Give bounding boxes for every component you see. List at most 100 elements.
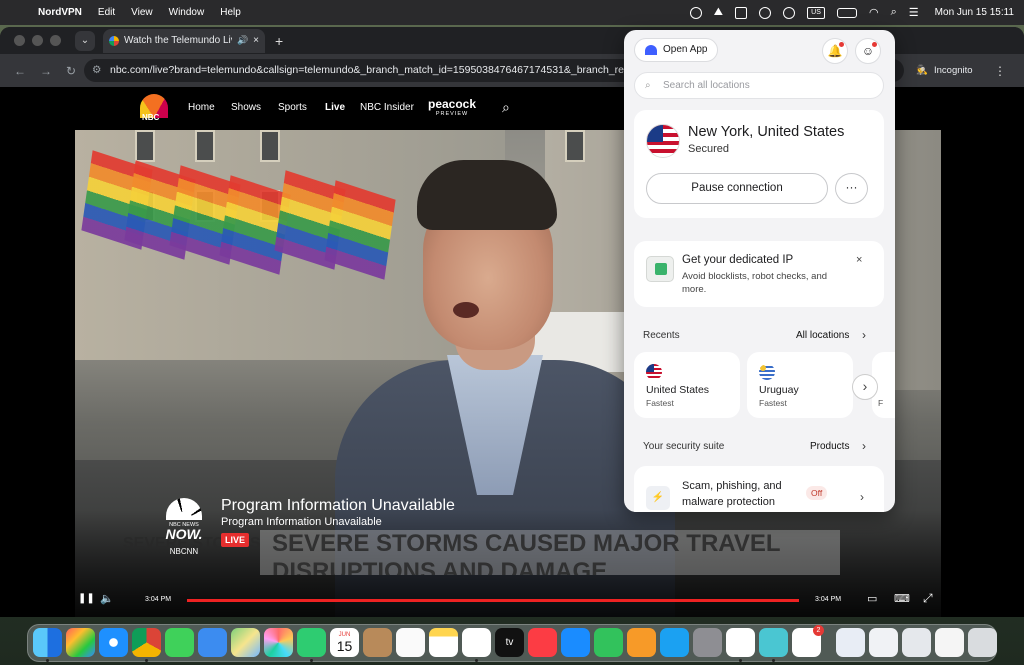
nav-home[interactable]: Home (188, 102, 215, 113)
running-indicator (475, 659, 478, 662)
more-options-button[interactable]: ··· (835, 173, 868, 204)
trash-icon[interactable] (968, 628, 997, 657)
nbc-search-icon[interactable]: ⌕ (502, 99, 510, 116)
volume-icon[interactable]: 🔈 (100, 592, 114, 605)
tab-search-chevron-icon[interactable]: ⌄ (75, 30, 95, 51)
stocks-app-icon[interactable]: 2 (792, 625, 824, 657)
menu-edit[interactable]: Edit (98, 7, 115, 18)
nordvpn-menu-icon[interactable]: ⛰ (714, 6, 723, 19)
open-app-button[interactable]: Open App (634, 38, 718, 62)
products-link[interactable]: Products (810, 441, 849, 452)
search-icon[interactable]: ⌕ (891, 6, 897, 19)
slack-icon[interactable] (726, 628, 755, 657)
recent-card-uruguay[interactable]: Uruguay Fastest (747, 352, 853, 418)
tab-telemundo[interactable]: Watch the Telemundo Live 🔊 × (103, 28, 265, 53)
photos-icon[interactable] (264, 628, 293, 657)
recent-window-icon[interactable] (836, 628, 865, 657)
site-info-icon[interactable]: ⚙ (92, 59, 101, 82)
keyboard-icon[interactable]: ⌨ (894, 592, 910, 605)
music-icon[interactable] (528, 628, 557, 657)
recent-name: United States (646, 384, 710, 396)
chevron-right-icon[interactable]: › (860, 490, 864, 504)
notes-icon[interactable] (429, 628, 458, 657)
back-icon[interactable]: ← (14, 64, 26, 78)
speaker-icon[interactable]: 🔊 (237, 35, 248, 46)
fullscreen-icon[interactable]: ⤢ (923, 591, 933, 606)
incognito-indicator[interactable]: 🕵 Incognito (912, 59, 982, 82)
promo-close-icon[interactable]: × (856, 254, 862, 266)
safari-icon[interactable] (99, 628, 128, 657)
close-window-button[interactable] (14, 35, 25, 46)
scam-protection-card[interactable]: ⚡ Scam, phishing, and malware protection… (634, 466, 884, 512)
notifications-button[interactable]: 🔔 (822, 38, 848, 64)
system-settings-icon[interactable] (693, 628, 722, 657)
peacock-logo[interactable]: peacock PREVIEW (428, 97, 476, 117)
menu-app-name[interactable]: NordVPN (38, 7, 82, 18)
status-icon-2[interactable] (735, 6, 748, 19)
captions-icon[interactable]: ▭ (867, 592, 877, 605)
status-icon-1[interactable] (689, 6, 702, 19)
nav-shows[interactable]: Shows (231, 102, 261, 113)
clock[interactable]: Mon Jun 15 15:11 (935, 7, 1014, 18)
status-icon-3[interactable] (759, 6, 772, 19)
menu-view[interactable]: View (131, 7, 153, 18)
numbers-icon[interactable] (594, 628, 623, 657)
app-store-icon[interactable] (660, 628, 689, 657)
account-button[interactable]: ☺ (855, 38, 881, 64)
recent-window-icon[interactable] (902, 628, 931, 657)
new-tab-button[interactable]: + (275, 33, 283, 49)
peacock-wordmark: peacock (428, 97, 477, 111)
recent-document-icon[interactable] (869, 628, 898, 657)
nordvpn-dock-icon[interactable] (759, 628, 788, 657)
facetime-icon[interactable] (297, 628, 326, 657)
chrome-icon[interactable] (132, 628, 161, 657)
freeform-icon[interactable] (462, 628, 491, 657)
menu-window[interactable]: Window (169, 7, 205, 18)
menu-help[interactable]: Help (220, 7, 241, 18)
nbc-wordmark[interactable]: NBC (142, 113, 159, 122)
nav-live[interactable]: Live (325, 102, 345, 113)
reload-icon[interactable]: ↻ (66, 64, 76, 78)
calendar-icon[interactable]: JUN 15 (330, 628, 359, 657)
recent-window-icon[interactable] (935, 628, 964, 657)
minimize-window-button[interactable] (32, 35, 43, 46)
chevron-right-icon[interactable]: › (862, 439, 866, 453)
running-indicator (772, 659, 775, 662)
all-locations-link[interactable]: All locations (796, 330, 849, 341)
reminders-icon[interactable] (396, 628, 425, 657)
play-status-icon[interactable] (783, 6, 796, 19)
program-subtitle: Program Information Unavailable (221, 516, 382, 528)
tab-close-icon[interactable]: × (253, 35, 259, 46)
battery-icon[interactable] (837, 7, 858, 18)
us-flag-icon (646, 364, 662, 380)
progress-bar[interactable] (187, 599, 799, 602)
keyboard-input-icon[interactable]: US (807, 6, 826, 19)
apple-tv-icon[interactable]: tv (495, 628, 524, 657)
news-chyron: SEVERE STORMS CAUSED MAJOR TRAVEL DISRUP… (260, 530, 840, 575)
browser-menu-icon[interactable]: ⋮ (994, 64, 1006, 78)
mail-icon[interactable] (198, 628, 227, 657)
contacts-icon[interactable] (363, 628, 392, 657)
recents-next-icon[interactable]: › (852, 374, 878, 400)
pause-connection-button[interactable]: Pause connection (646, 173, 828, 204)
wifi-icon[interactable]: ◠ (869, 6, 879, 19)
keynote-icon[interactable] (561, 628, 590, 657)
notification-dot (839, 42, 844, 47)
zoom-window-button[interactable] (50, 35, 61, 46)
scam-title: Scam, phishing, and malware protection (682, 480, 782, 508)
desktop: { "menubar": { "app_name": "NordVPN", "m… (0, 0, 1024, 665)
nav-nbc-insider[interactable]: NBC Insider (360, 102, 414, 113)
dedicated-ip-promo[interactable]: Get your dedicated IP Avoid blocklists, … (634, 241, 884, 307)
forward-icon[interactable]: → (40, 64, 52, 78)
recent-card-united-states[interactable]: United States Fastest (634, 352, 740, 418)
maps-icon[interactable] (231, 628, 260, 657)
finder-icon[interactable] (33, 628, 62, 657)
pages-icon[interactable] (627, 628, 656, 657)
control-center-icon[interactable]: ☰ (909, 6, 919, 19)
pause-icon[interactable]: ❚❚ (78, 593, 95, 604)
location-search-input[interactable]: ⌕ Search all locations (634, 72, 884, 99)
nav-sports[interactable]: Sports (278, 102, 307, 113)
launchpad-icon[interactable] (66, 628, 95, 657)
messages-icon[interactable] (165, 628, 194, 657)
chevron-right-icon[interactable]: › (862, 328, 866, 342)
